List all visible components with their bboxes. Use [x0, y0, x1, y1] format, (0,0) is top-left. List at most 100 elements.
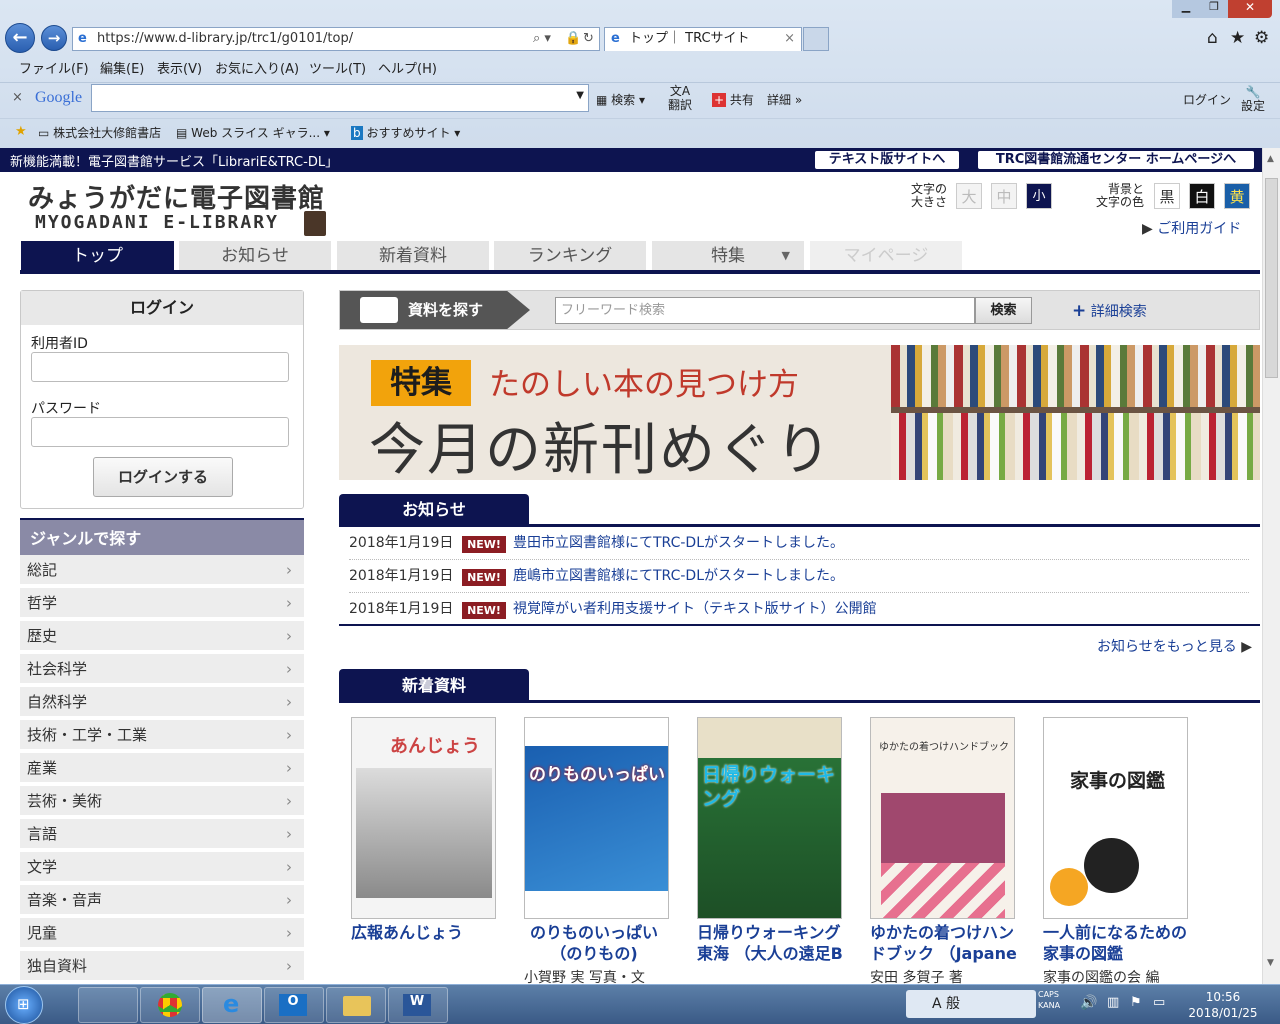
fav-webslice[interactable]: ▤ Web スライス ギャラ... ▾ — [176, 124, 330, 141]
book-cover-anjo[interactable]: あんじょう — [351, 717, 496, 919]
login-button[interactable]: ログインする — [93, 457, 233, 497]
book-title-link[interactable]: 日帰りウォーキング東海 （大人の遠足B — [697, 922, 847, 964]
nav-tab-top[interactable]: トップ — [21, 241, 174, 271]
menu-edit[interactable]: 編集(E) — [100, 58, 144, 77]
logo-japanese[interactable]: みょうがだに電子図書館 — [28, 178, 325, 215]
clock[interactable]: 10:56 2018/01/25 — [1183, 989, 1263, 1021]
display-icon[interactable]: ▭ — [1153, 995, 1165, 1010]
menu-view[interactable]: 表示(V) — [157, 58, 202, 77]
fav-link-taishukan[interactable]: ▭ 株式会社大修館書店 — [38, 124, 161, 141]
search-input[interactable]: フリーワード検索 — [555, 297, 975, 324]
share-button[interactable]: + 共有 — [712, 91, 754, 108]
genre-item[interactable]: 歴史 › — [20, 621, 304, 652]
genre-item[interactable]: 社会科学 › — [20, 654, 304, 685]
ie-taskbar-icon[interactable]: e — [202, 987, 262, 1023]
book-cover-walking[interactable]: 日帰りウォーキング — [697, 717, 842, 919]
start-button[interactable]: ⊞ — [5, 986, 43, 1024]
search-button[interactable]: 検索 — [975, 297, 1032, 324]
google-search-input[interactable]: ▼ — [91, 84, 589, 112]
gear-icon[interactable]: ⚙ — [1254, 28, 1269, 48]
book-title-link[interactable]: のりものいっぱい（のりもの) — [524, 922, 664, 964]
outlook-icon[interactable]: O — [264, 987, 324, 1023]
user-id-field[interactable] — [31, 352, 289, 382]
menu-help[interactable]: ヘルプ(H) — [378, 58, 437, 77]
book-cover-kaji[interactable]: 家事の図鑑 — [1043, 717, 1188, 919]
close-tab-icon[interactable]: × — [784, 28, 795, 50]
color-white[interactable]: 白 — [1189, 183, 1215, 209]
favorites-star-icon[interactable]: ★ — [1230, 28, 1245, 48]
genre-item[interactable]: 自然科学 › — [20, 687, 304, 718]
explorer-icon[interactable] — [326, 987, 386, 1023]
flag-icon[interactable]: ⚑ — [1130, 995, 1142, 1010]
genre-item[interactable]: 産業 › — [20, 753, 304, 784]
text-site-link[interactable]: テキスト版サイトへ — [815, 151, 959, 169]
nav-tab-ranking[interactable]: ランキング — [494, 241, 646, 271]
feature-banner[interactable]: 特集 たのしい本の見つけ方 今月の新刊めぐり — [339, 345, 1260, 480]
book-title-link[interactable]: 広報あんじょう — [351, 922, 511, 943]
genre-item[interactable]: 児童 › — [20, 918, 304, 949]
refresh-icon[interactable]: ↻ — [583, 28, 594, 50]
book-title-link[interactable]: ゆかたの着つけハンドブック （Japane — [870, 922, 1020, 964]
logo-english[interactable]: MYOGADANI E-LIBRARY — [35, 212, 279, 233]
fav-recommended[interactable]: b おすすめサイト ▾ — [351, 124, 460, 141]
lock-icon[interactable]: 🔒 — [565, 28, 581, 50]
menu-favorites[interactable]: お気に入り(A) — [215, 58, 299, 77]
new-tab-button[interactable] — [803, 27, 829, 51]
menu-tools[interactable]: ツール(T) — [309, 58, 366, 77]
genre-item[interactable]: 音楽・音声 › — [20, 885, 304, 916]
book-cover-yukata[interactable]: ゆかたの着つけハンドブック — [870, 717, 1015, 919]
back-button[interactable]: ← — [5, 23, 35, 53]
search-icon[interactable]: ⌕ ▾ — [533, 28, 551, 50]
genre-item[interactable]: 技術・工学・工業 › — [20, 720, 304, 751]
network-icon[interactable]: ▥ — [1107, 995, 1119, 1010]
volume-icon[interactable]: 🔊 — [1080, 995, 1097, 1011]
chevron-down-icon[interactable]: ▼ — [576, 90, 584, 101]
book-cover-norimono[interactable]: のりものいっぱい — [524, 717, 669, 919]
settings-button[interactable]: 🔧 設定 — [1241, 85, 1265, 113]
color-yellow[interactable]: 黄 — [1224, 183, 1250, 209]
ime-bar[interactable]: A 般 — [906, 990, 1036, 1018]
close-window-icon[interactable]: ✕ — [1228, 0, 1272, 18]
google-login[interactable]: ログイン — [1183, 91, 1231, 108]
news-more-link[interactable]: お知らせをもっと見る ▶ — [1097, 636, 1252, 656]
minimize-icon[interactable]: ▁ — [1172, 0, 1200, 18]
more-button[interactable]: 詳細 » — [767, 91, 802, 108]
nav-tab-new-materials[interactable]: 新着資料 — [337, 241, 489, 271]
scroll-thumb[interactable] — [1265, 178, 1278, 378]
forward-button[interactable]: → — [41, 25, 67, 51]
trc-home-link[interactable]: TRC図書館流通センター ホームページへ — [978, 151, 1254, 169]
font-size-small[interactable]: 小 — [1026, 183, 1052, 209]
news-link[interactable]: 鹿嶋市立図書館様にてTRC-DLがスタートしました。 — [513, 560, 844, 593]
google-search-button[interactable]: ▦ 検索 ▾ — [596, 91, 645, 108]
genre-item[interactable]: 哲学 › — [20, 588, 304, 619]
home-icon[interactable]: ⌂ — [1207, 28, 1218, 48]
news-link[interactable]: 視覚障がい者利用支援サイト（テキスト版サイト）公開館 — [513, 593, 877, 626]
menu-file[interactable]: ファイル(F) — [19, 58, 89, 77]
genre-item[interactable]: 文学 › — [20, 852, 304, 883]
nav-tab-news[interactable]: お知らせ — [179, 241, 331, 271]
page-scrollbar[interactable]: ▲ ▼ — [1262, 148, 1280, 984]
favorites-icon[interactable]: ★ — [15, 124, 27, 139]
news-link[interactable]: 豊田市立図書館様にてTRC-DLがスタートしました。 — [513, 527, 844, 560]
close-toolbar-icon[interactable]: × — [12, 90, 23, 105]
password-field[interactable] — [31, 417, 289, 447]
advanced-search-link[interactable]: + 詳細検索 — [1072, 301, 1147, 321]
nav-tab-feature[interactable]: 特集 ▼ — [652, 241, 804, 271]
taskbar-app-icon[interactable] — [78, 987, 138, 1023]
color-black[interactable]: 黒 — [1154, 183, 1180, 209]
scroll-up-icon[interactable]: ▲ — [1267, 154, 1274, 164]
font-size-large[interactable]: 大 — [956, 183, 982, 209]
genre-item[interactable]: 独自資料 › — [20, 951, 304, 982]
font-size-medium[interactable]: 中 — [991, 183, 1017, 209]
nav-tab-mypage[interactable]: マイページ — [810, 241, 962, 271]
book-title-link[interactable]: 一人前になるための家事の図鑑 — [1043, 922, 1193, 964]
word-icon[interactable]: W — [388, 987, 448, 1023]
genre-item[interactable]: 言語 › — [20, 819, 304, 850]
browser-tab[interactable]: e トップ｜ TRCサイト × — [604, 27, 802, 51]
chrome-icon[interactable] — [140, 987, 200, 1023]
restore-icon[interactable]: ❐ — [1200, 0, 1228, 18]
genre-item[interactable]: 総記 › — [20, 555, 304, 586]
genre-item[interactable]: 芸術・美術 › — [20, 786, 304, 817]
translate-button[interactable]: 文A 翻訳 — [668, 84, 692, 112]
address-bar[interactable]: e https://www.d-library.jp/trc1/g0101/to… — [72, 27, 600, 51]
